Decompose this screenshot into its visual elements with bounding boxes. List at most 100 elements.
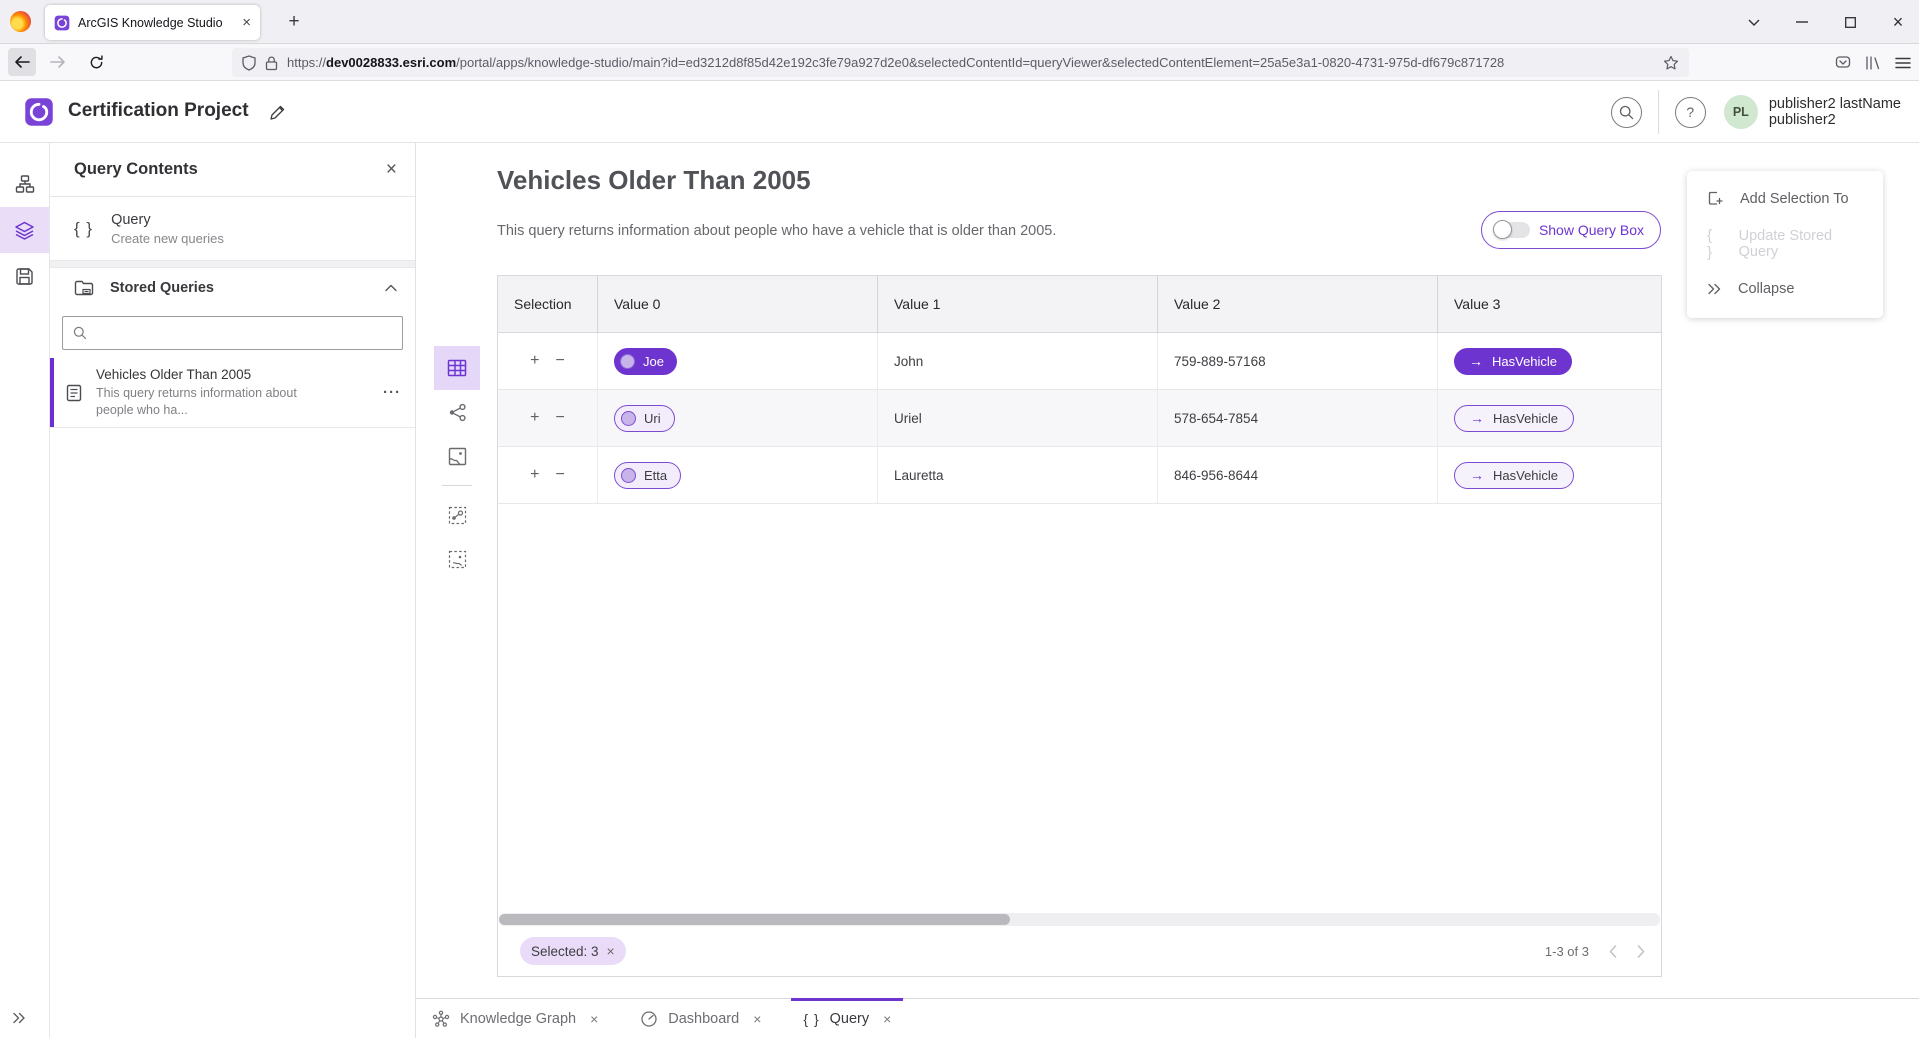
entity-pill[interactable]: Uri bbox=[614, 405, 675, 432]
browser-toolbar-actions bbox=[1835, 48, 1911, 77]
add-to-selection-button[interactable]: + bbox=[530, 467, 539, 483]
url-text[interactable]: https://dev0028833.esri.com/portal/apps/… bbox=[287, 55, 1654, 70]
selected-count-chip[interactable]: Selected: 3 × bbox=[520, 937, 626, 965]
remove-from-selection-button[interactable]: − bbox=[556, 467, 565, 483]
add-to-selection-button[interactable]: + bbox=[530, 410, 539, 426]
add-to-selection-button[interactable]: + bbox=[530, 353, 539, 369]
braces-icon: { } bbox=[803, 1011, 819, 1027]
relationship-pill[interactable]: →HasVehicle bbox=[1454, 462, 1574, 489]
entity-icon bbox=[621, 411, 636, 426]
collapse-item[interactable]: Collapse bbox=[1687, 266, 1883, 311]
table-view-button[interactable] bbox=[434, 346, 480, 390]
relationship-pill[interactable]: →HasVehicle bbox=[1454, 405, 1574, 432]
maximize-button[interactable] bbox=[1835, 7, 1865, 37]
tab-close-icon[interactable]: × bbox=[590, 1011, 598, 1027]
cell-value1[interactable]: John bbox=[878, 333, 1158, 389]
cell-value2[interactable]: 846-956-8644 bbox=[1158, 447, 1438, 503]
content-tab-bar: Knowledge Graph × Dashboard × { } Query … bbox=[416, 998, 1919, 1038]
previous-page-icon[interactable] bbox=[1609, 945, 1617, 958]
stored-queries-header[interactable]: Stored Queries bbox=[50, 268, 415, 308]
arrow-right-icon: → bbox=[1470, 410, 1484, 426]
new-tab-button[interactable]: + bbox=[280, 8, 308, 36]
stored-queries-search[interactable] bbox=[62, 316, 403, 350]
search-input[interactable] bbox=[95, 326, 392, 341]
url-bar[interactable]: https://dev0028833.esri.com/portal/apps/… bbox=[232, 48, 1689, 77]
clear-selection-icon[interactable]: × bbox=[607, 943, 615, 959]
tracking-protection-shield-icon[interactable] bbox=[242, 55, 256, 71]
column-header-value0[interactable]: Value 0 bbox=[598, 276, 878, 332]
padlock-icon[interactable] bbox=[265, 55, 278, 71]
cell-value1[interactable]: Uriel bbox=[878, 390, 1158, 446]
remove-from-selection-button[interactable]: − bbox=[556, 353, 565, 369]
panel-header: Query Contents × bbox=[50, 143, 415, 197]
entity-pill[interactable]: Joe bbox=[614, 348, 677, 375]
toggle-switch[interactable] bbox=[1494, 222, 1530, 238]
stored-query-more-icon[interactable]: ··· bbox=[383, 384, 401, 401]
update-stored-query-item[interactable]: { } Update Stored Query bbox=[1687, 221, 1883, 266]
add-selection-to-link-chart-button[interactable] bbox=[434, 493, 480, 537]
toolbar-divider bbox=[442, 485, 472, 486]
rail-save-button[interactable] bbox=[0, 253, 49, 299]
active-tab-indicator bbox=[791, 998, 903, 1001]
selected-indicator-bar bbox=[50, 358, 54, 427]
help-button[interactable]: ? bbox=[1675, 97, 1706, 128]
tab-close-icon[interactable]: × bbox=[242, 14, 251, 31]
user-avatar[interactable]: PL bbox=[1724, 95, 1758, 129]
add-selection-to-map-button[interactable] bbox=[434, 537, 480, 581]
pocket-icon[interactable] bbox=[1835, 55, 1851, 71]
cell-value2[interactable]: 578-654-7854 bbox=[1158, 390, 1438, 446]
column-header-value3[interactable]: Value 3 bbox=[1438, 276, 1661, 332]
bookmark-star-icon[interactable] bbox=[1663, 55, 1679, 71]
panel-section-divider bbox=[50, 260, 415, 268]
column-header-value2[interactable]: Value 2 bbox=[1158, 276, 1438, 332]
scrollbar-thumb[interactable] bbox=[499, 914, 1010, 925]
panel-close-icon[interactable]: × bbox=[386, 159, 397, 181]
minimize-button[interactable] bbox=[1787, 7, 1817, 37]
stored-query-item[interactable]: Vehicles Older Than 2005 This query retu… bbox=[50, 358, 415, 428]
library-icon[interactable] bbox=[1865, 55, 1881, 71]
firefox-icon[interactable] bbox=[10, 11, 31, 32]
new-query-title: Query bbox=[111, 212, 224, 228]
browser-navbar: https://dev0028833.esri.com/portal/apps/… bbox=[0, 44, 1919, 81]
link-chart-view-button[interactable] bbox=[434, 390, 480, 434]
rail-data-model-button[interactable] bbox=[0, 161, 49, 207]
browser-tab[interactable]: ArcGIS Knowledge Studio × bbox=[45, 5, 260, 40]
list-tabs-icon[interactable] bbox=[1739, 7, 1769, 37]
rail-contents-button[interactable] bbox=[0, 207, 49, 253]
tab-title: ArcGIS Knowledge Studio bbox=[78, 16, 234, 30]
close-window-button[interactable]: × bbox=[1883, 7, 1913, 37]
edit-project-title-icon[interactable] bbox=[264, 99, 290, 125]
arrow-right-icon: → bbox=[1469, 353, 1483, 369]
remove-from-selection-button[interactable]: − bbox=[556, 410, 565, 426]
relationship-pill[interactable]: →HasVehicle bbox=[1454, 348, 1572, 375]
reload-icon[interactable] bbox=[82, 48, 110, 76]
expand-rail-icon[interactable] bbox=[12, 1012, 26, 1024]
tab-knowledge-graph[interactable]: Knowledge Graph × bbox=[426, 999, 604, 1038]
column-header-selection[interactable]: Selection bbox=[498, 276, 598, 332]
horizontal-scrollbar[interactable] bbox=[499, 913, 1660, 926]
entity-pill[interactable]: Etta bbox=[614, 462, 681, 489]
add-selection-to-item[interactable]: Add Selection To bbox=[1687, 176, 1883, 221]
back-button[interactable] bbox=[8, 48, 36, 76]
menu-icon[interactable] bbox=[1895, 57, 1911, 69]
chevron-up-icon[interactable] bbox=[385, 284, 397, 292]
search-button[interactable] bbox=[1611, 97, 1642, 128]
show-query-box-toggle[interactable]: Show Query Box bbox=[1481, 211, 1661, 249]
add-selection-icon bbox=[1707, 190, 1724, 207]
map-view-button[interactable] bbox=[434, 434, 480, 478]
browser-titlebar: ArcGIS Knowledge Studio × + × bbox=[0, 0, 1919, 44]
stored-query-description: This query returns information about peo… bbox=[96, 385, 308, 418]
new-query-item[interactable]: { } Query Create new queries bbox=[50, 197, 415, 260]
tab-dashboard[interactable]: Dashboard × bbox=[634, 999, 767, 1038]
tab-close-icon[interactable]: × bbox=[883, 1011, 891, 1027]
cell-value2[interactable]: 759-889-57168 bbox=[1158, 333, 1438, 389]
knowledge-graph-icon bbox=[432, 1010, 450, 1028]
cell-value1[interactable]: Lauretta bbox=[878, 447, 1158, 503]
tab-close-icon[interactable]: × bbox=[753, 1011, 761, 1027]
column-header-value1[interactable]: Value 1 bbox=[878, 276, 1158, 332]
tab-query[interactable]: { } Query × bbox=[797, 999, 897, 1038]
next-page-icon[interactable] bbox=[1637, 945, 1645, 958]
forward-button[interactable] bbox=[44, 48, 72, 76]
entity-icon bbox=[621, 468, 636, 483]
user-name-block[interactable]: publisher2 lastName publisher2 bbox=[1769, 96, 1901, 128]
